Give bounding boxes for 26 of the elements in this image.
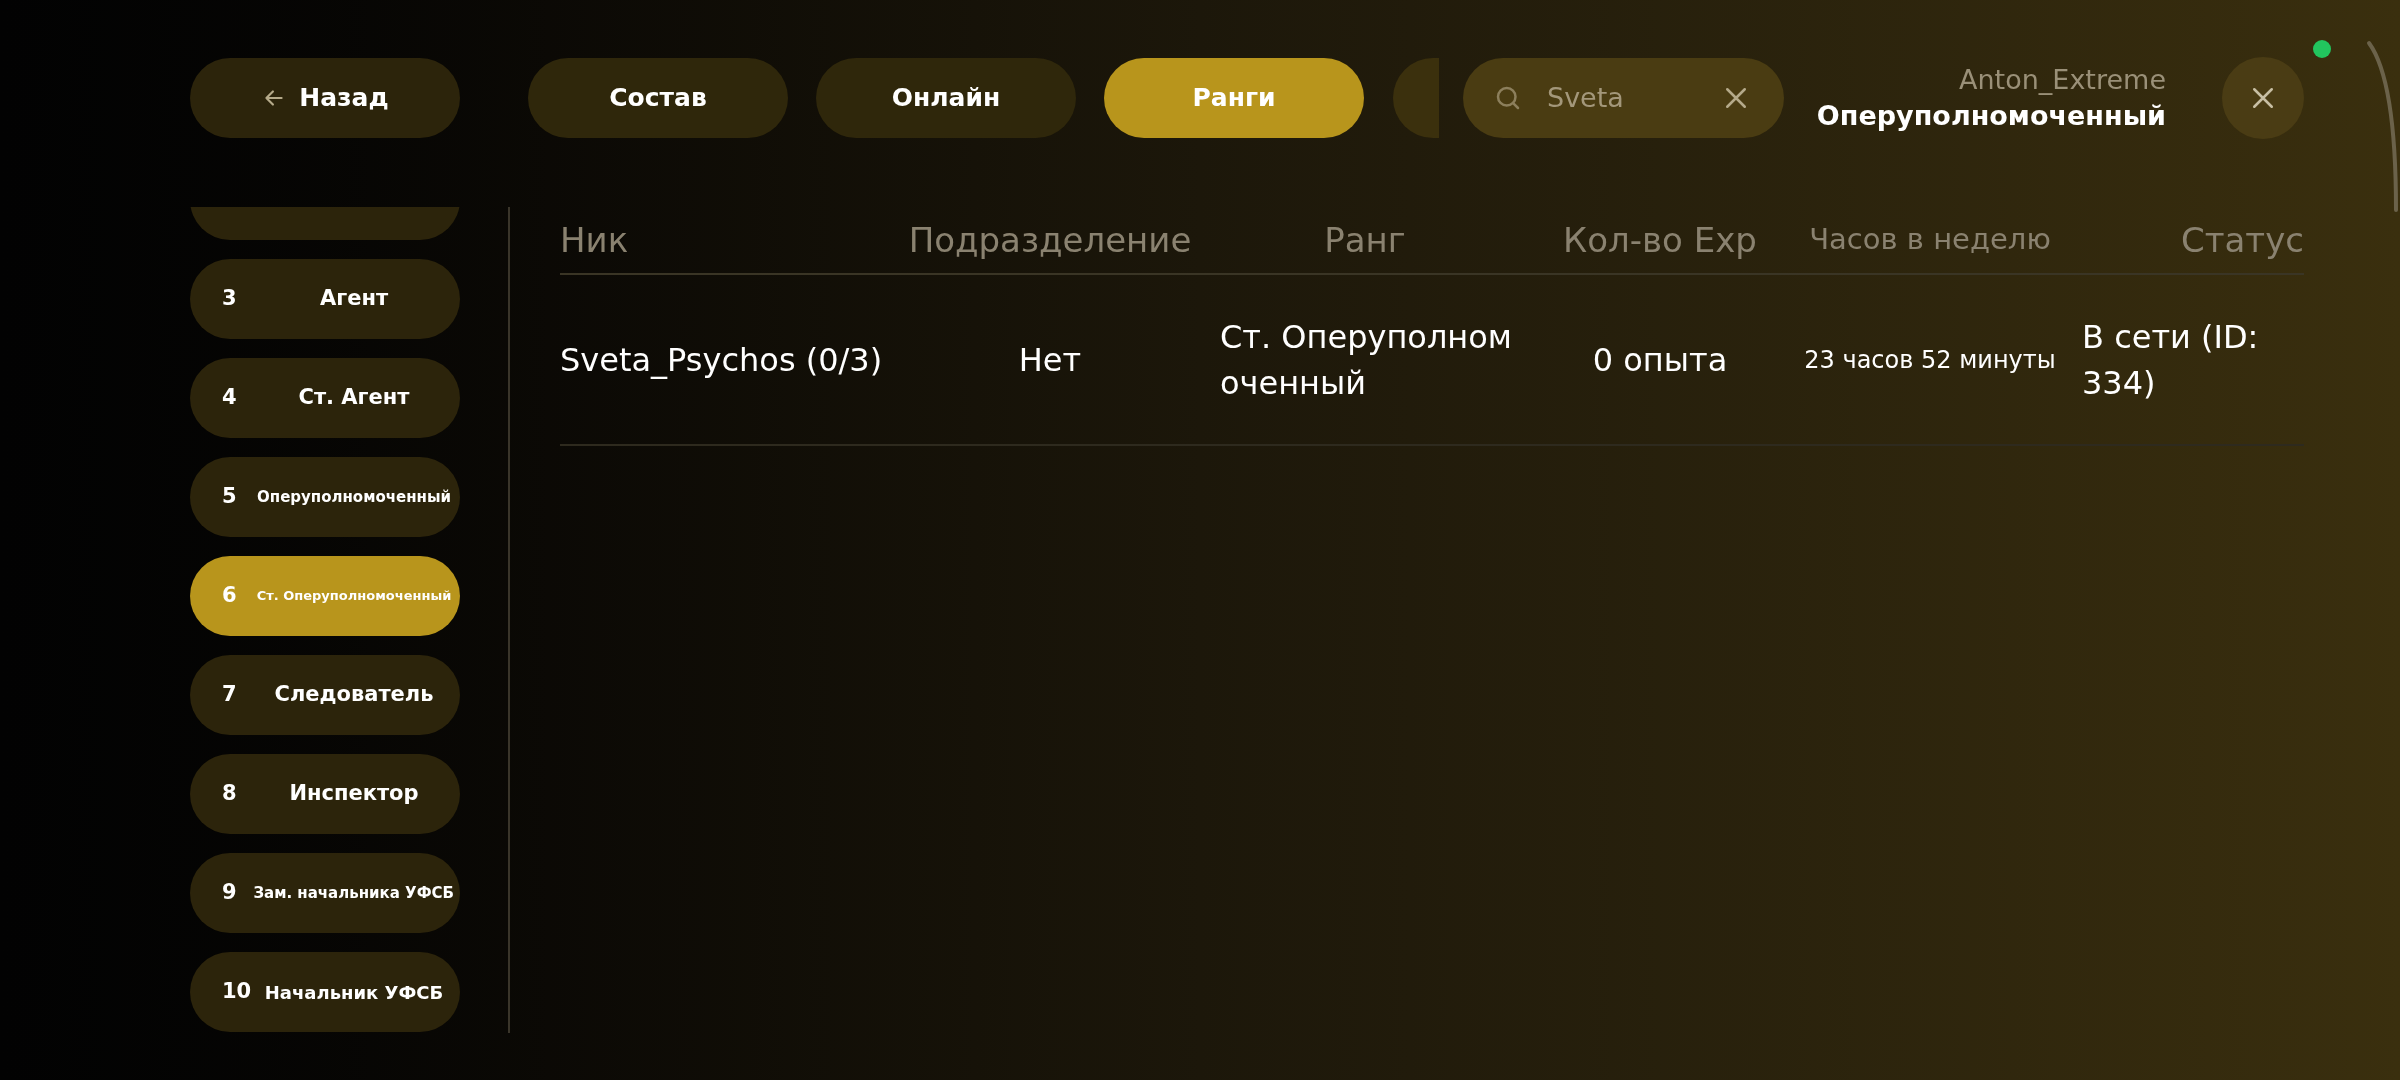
sidebar-item[interactable]: 10 Начальник УФСБ bbox=[190, 952, 460, 1032]
table-cell-text: Ст. Оперуполномоченный bbox=[1219, 316, 1513, 404]
column-header: Подразделение bbox=[907, 218, 1193, 262]
user-name: Anton_Extreme bbox=[1959, 63, 2166, 97]
column-header: Статус bbox=[2180, 218, 2304, 262]
sidebar-item[interactable]: 3 Агент bbox=[190, 259, 460, 339]
search-bar[interactable]: Sveta bbox=[1463, 58, 1784, 138]
tab-button[interactable]: Онлайн bbox=[816, 58, 1076, 138]
table-cell-text: 23 часов 52 минуты bbox=[1803, 344, 2057, 376]
sidebar-item[interactable]: 5 Оперуполномоченный bbox=[190, 457, 460, 537]
column-header: Ранг bbox=[1323, 218, 1407, 262]
column-header: Кол-во Exp bbox=[1562, 218, 1758, 262]
user-rank: Оперуполномоченный bbox=[1816, 99, 2166, 133]
sidebar-item[interactable]: 4 Ст. Агент bbox=[190, 358, 460, 438]
sidebar-item[interactable]: 9 Зам. начальника УФСБ bbox=[190, 853, 460, 933]
tab-button[interactable]: Состав bbox=[528, 58, 788, 138]
search-field[interactable]: Sveta bbox=[1547, 77, 1697, 119]
sidebar-item[interactable]: 8 Инспектор bbox=[190, 754, 460, 834]
table-cell-text: Нет bbox=[1017, 339, 1083, 381]
table-cell-text: 0 опыта bbox=[1591, 339, 1729, 381]
table-cell-text: Sveta_Psychos (0/3) bbox=[560, 339, 884, 381]
back-button[interactable]: Назад bbox=[190, 58, 460, 138]
column-header: Ник bbox=[560, 218, 630, 262]
column-header: Часов в неделю bbox=[1808, 221, 2052, 259]
table-cell-text: В сети (ID: 334) bbox=[2081, 316, 2260, 404]
sidebar-item[interactable]: 7 Следователь bbox=[190, 655, 460, 735]
